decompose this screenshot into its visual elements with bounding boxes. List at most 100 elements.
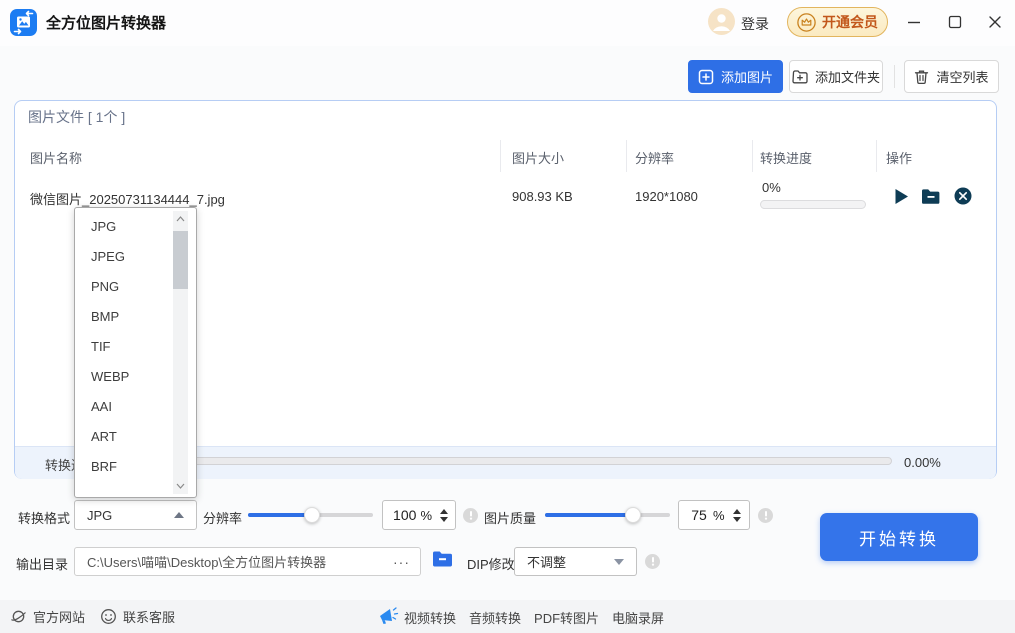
play-icon <box>894 188 909 205</box>
official-site-label: 官方网站 <box>33 607 85 626</box>
format-select[interactable]: JPG <box>74 500 197 530</box>
file-progress-percent: 0% <box>762 180 781 195</box>
clear-list-label: 清空列表 <box>936 67 988 86</box>
promo-screen-record[interactable]: 电脑录屏 <box>612 608 664 627</box>
add-image-button[interactable]: 添加图片 <box>688 60 783 93</box>
vip-button[interactable]: 开通会员 <box>787 7 888 37</box>
globe-icon <box>10 608 27 625</box>
app-title: 全方位图片转换器 <box>46 12 166 33</box>
minimize-button[interactable] <box>902 10 926 34</box>
megaphone-icon <box>377 604 399 626</box>
scroll-down-icon[interactable] <box>176 483 185 489</box>
quality-label: 图片质量 <box>484 508 536 527</box>
browse-button[interactable]: ··· <box>393 554 410 570</box>
minimize-icon <box>907 15 921 29</box>
column-separator <box>626 140 627 172</box>
add-folder-label: 添加文件夹 <box>815 67 880 86</box>
output-path-field[interactable]: ··· <box>74 547 421 576</box>
output-dir-label: 输出目录 <box>16 554 68 573</box>
step-up-icon[interactable] <box>733 509 741 514</box>
promo-audio-convert[interactable]: 音频转换 <box>469 608 521 627</box>
exclamation-glyph <box>651 557 655 566</box>
file-progress-bar <box>760 200 866 209</box>
column-header-actions: 操作 <box>886 148 912 167</box>
column-separator <box>500 140 501 172</box>
maximize-icon <box>948 15 962 29</box>
file-name: 微信图片_20250731134444_7.jpg <box>30 189 225 208</box>
quality-slider-thumb[interactable] <box>625 507 641 523</box>
step-up-icon[interactable] <box>440 509 448 514</box>
step-down-icon[interactable] <box>733 517 741 522</box>
column-header-name: 图片名称 <box>30 148 82 167</box>
resolution-unit: % <box>420 508 432 523</box>
resolution-slider-thumb[interactable] <box>304 507 320 523</box>
column-header-size: 图片大小 <box>512 148 564 167</box>
resolution-label: 分辨率 <box>203 508 242 527</box>
format-select-value: JPG <box>87 508 174 523</box>
exclamation-glyph <box>764 511 768 520</box>
step-down-icon[interactable] <box>440 517 448 522</box>
contact-support-label: 联系客服 <box>123 607 175 626</box>
user-avatar[interactable] <box>708 8 735 35</box>
folder-plus-icon <box>792 69 808 84</box>
quality-value[interactable]: 75 <box>685 507 713 523</box>
column-header-progress: 转换进度 <box>760 148 812 167</box>
add-image-label: 添加图片 <box>721 67 773 86</box>
file-resolution: 1920*1080 <box>635 189 698 204</box>
x-circle-icon <box>954 187 972 205</box>
open-output-folder-button[interactable] <box>432 550 453 573</box>
open-folder-button[interactable] <box>921 186 941 206</box>
remove-file-button[interactable] <box>953 186 973 206</box>
quality-unit: % <box>713 508 725 523</box>
column-separator <box>752 140 753 172</box>
resolution-stepper[interactable] <box>440 509 448 522</box>
dip-label: DIP修改 <box>467 554 515 573</box>
column-header-resolution: 分辨率 <box>635 148 674 167</box>
close-button[interactable] <box>983 10 1007 34</box>
folder-icon <box>921 188 941 205</box>
quality-info-icon[interactable] <box>758 508 773 523</box>
quality-stepper[interactable] <box>733 509 741 522</box>
convert-play-button[interactable] <box>891 186 911 206</box>
dip-select[interactable]: 不调整 <box>514 547 637 576</box>
promo-video-convert[interactable]: 视频转换 <box>404 608 456 627</box>
resolution-slider-fill <box>248 513 312 517</box>
resolution-slider[interactable] <box>248 513 373 517</box>
scrollbar-thumb[interactable] <box>173 231 188 289</box>
toolbar-divider <box>894 65 895 88</box>
dropdown-scrollbar[interactable] <box>173 211 188 494</box>
output-path-input[interactable] <box>85 553 393 570</box>
format-dropdown-list: JPG JPEG PNG BMP TIF WEBP AAI ART BRF <box>74 207 197 498</box>
titlebar: 全方位图片转换器 登录 开通会员 <box>0 0 1015 46</box>
dip-info-icon[interactable] <box>645 554 660 569</box>
contact-support-link[interactable]: 联系客服 <box>100 607 175 626</box>
resolution-info-icon[interactable] <box>463 508 478 523</box>
official-site-link[interactable]: 官方网站 <box>10 607 85 626</box>
app-window: 全方位图片转换器 登录 开通会员 添加图片 <box>0 0 1015 633</box>
resolution-value[interactable]: 100 <box>389 507 420 523</box>
login-button[interactable]: 登录 <box>741 14 769 34</box>
maximize-button[interactable] <box>943 10 967 34</box>
promo-links: 视频转换 音频转换 PDF转图片 电脑录屏 <box>404 608 664 627</box>
column-separator <box>876 140 877 172</box>
quality-spinbox[interactable]: 75 % <box>678 500 750 530</box>
add-folder-button[interactable]: 添加文件夹 <box>789 60 883 93</box>
overall-progress-bar <box>150 457 892 465</box>
start-convert-button[interactable]: 开始转换 <box>820 513 978 561</box>
chevron-up-icon <box>174 512 184 518</box>
exclamation-glyph <box>469 511 473 520</box>
dip-select-value: 不调整 <box>527 552 614 571</box>
promo-pdf-to-image[interactable]: PDF转图片 <box>534 608 599 627</box>
quality-slider-fill <box>545 513 633 517</box>
clear-list-button[interactable]: 清空列表 <box>904 60 999 93</box>
app-logo-icon <box>10 9 37 36</box>
image-plus-icon <box>698 69 714 85</box>
trash-icon <box>914 69 929 85</box>
file-panel-title: 图片文件 [ 1个 ] <box>28 107 125 127</box>
crown-icon <box>797 13 816 32</box>
resolution-spinbox[interactable]: 100 % <box>382 500 456 530</box>
scroll-up-icon[interactable] <box>176 216 185 222</box>
quality-slider[interactable] <box>545 513 670 517</box>
vip-label: 开通会员 <box>822 12 878 32</box>
support-smiley-icon <box>100 608 117 625</box>
